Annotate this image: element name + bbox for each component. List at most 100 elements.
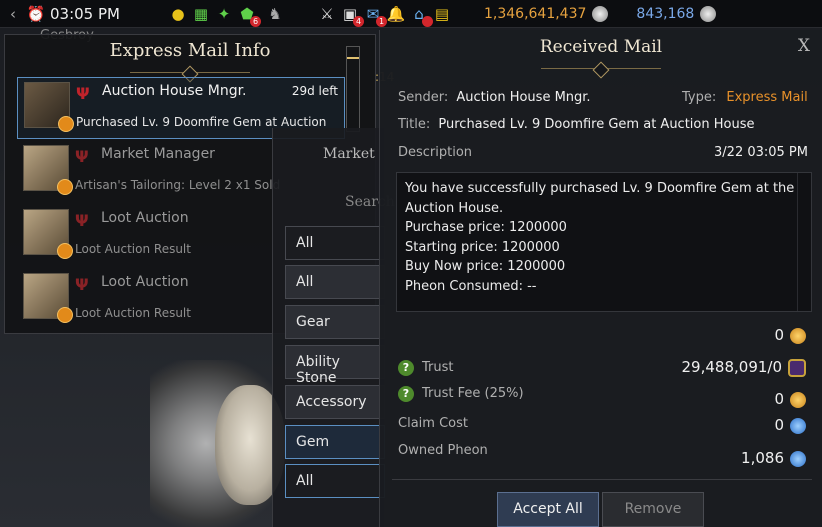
silver-amount: 843,168 <box>636 5 695 22</box>
express-mail-title: Express Mail Info <box>109 40 271 61</box>
received-mail-title: Received Mail <box>539 37 663 57</box>
claim-cost-label: Claim Cost <box>398 416 468 431</box>
description-line: Auction House. <box>405 200 504 216</box>
trust-value-row: 29,488,091/0 <box>682 358 806 377</box>
sender-logo-icon: Ψ <box>76 84 90 103</box>
sword-icon[interactable]: ⚔ <box>317 4 337 24</box>
mail-date: 3/22 03:05 PM <box>714 145 808 160</box>
mail-sender: Auction House Mngr. <box>102 83 247 99</box>
accept-all-button[interactable]: Accept All <box>497 492 599 527</box>
letter-item-icon <box>23 273 73 323</box>
trust-label: Trust <box>422 360 454 375</box>
shield-badge-icon[interactable]: ⬟ 6 <box>237 4 261 27</box>
description-scrollbar[interactable] <box>797 173 811 311</box>
scrollbar-thumb[interactable] <box>347 57 359 97</box>
gold-received-row: 0 <box>774 326 806 344</box>
trust-emblem-icon <box>788 358 806 377</box>
clock-time: 03:05 PM <box>50 4 120 23</box>
panel-divider <box>392 479 812 480</box>
demon-icon[interactable]: ♞ <box>265 4 285 24</box>
description-line: Pheon Consumed: -- <box>405 278 537 294</box>
title-ornament <box>541 59 661 69</box>
sender-row: Sender: Auction House Mngr. <box>398 90 591 105</box>
sender-logo-icon: Ψ <box>75 147 89 166</box>
type-label: Type: <box>682 90 717 105</box>
back-arrow-icon[interactable]: ‹ <box>3 4 23 24</box>
coin-badge-icon <box>58 116 74 132</box>
chat-icon[interactable]: ● <box>168 4 188 24</box>
title-label: Title: <box>398 117 431 132</box>
guild-wings-icon[interactable]: ✦ <box>214 4 234 24</box>
description-line: Starting price: 1200000 <box>405 239 560 255</box>
mail-sender: Loot Auction <box>101 274 189 290</box>
description-line: You have successfully purchased Lv. 9 Do… <box>405 181 795 196</box>
claim-cost-value-row: 0 <box>774 416 806 434</box>
coin-badge-icon <box>57 179 73 195</box>
top-status-bar: ‹ ⏰ 03:05 PM ● ▦ ✦ ⬟ 6 ♞ ⚔ ▣ 4 ✉ 1 🔔 ⌂ ▤ 1,… <box>0 0 822 28</box>
coin-badge-icon <box>57 243 73 259</box>
claim-cost-value: 0 <box>774 416 784 434</box>
mail-list-scrollbar[interactable] <box>346 46 360 132</box>
sender-logo-icon: Ψ <box>75 211 89 230</box>
trust-label-row: ? Trust <box>398 360 453 376</box>
category-gear[interactable]: Gear <box>285 305 385 339</box>
trust-fee-value: 0 <box>774 390 784 408</box>
title-row: Title: Purchased Lv. 9 Doomfire Gem at A… <box>398 117 754 132</box>
chest-icon[interactable]: ▤ <box>432 4 452 24</box>
title-ornament <box>130 63 250 73</box>
mail-icon[interactable]: ✉ 1 <box>363 4 387 27</box>
help-icon[interactable]: ? <box>398 360 414 376</box>
owned-pheon-label: Owned Pheon <box>398 443 488 458</box>
pheon-icon <box>790 450 806 467</box>
description-line: Buy Now price: 1200000 <box>405 259 566 274</box>
category-ability-stone[interactable]: Ability Stone <box>285 345 385 386</box>
gold-coin-icon <box>592 5 609 22</box>
help-icon[interactable]: ? <box>398 386 414 402</box>
mail-subject: Purchased Lv. 9 Doomfire Gem at Auction <box>76 115 327 129</box>
gift-icon[interactable]: ▣ 4 <box>340 4 364 27</box>
trust-fee-value-row: 0 <box>774 390 806 408</box>
trust-fee-label-row: ? Trust Fee (25%) <box>398 386 524 402</box>
sender-label: Sender: <box>398 90 449 105</box>
description-line: Purchase price: 1200000 <box>405 220 567 235</box>
sender-value: Auction House Mngr. <box>456 90 591 105</box>
alarm-clock-icon[interactable]: ⏰ <box>26 4 46 24</box>
bell-icon[interactable]: 🔔 <box>386 4 406 24</box>
sender-logo-icon: Ψ <box>75 275 89 294</box>
market-panel: Market Search All All Gear Ability Stone… <box>272 128 395 527</box>
description-label: Description <box>398 145 473 160</box>
market-title: Market <box>323 146 375 162</box>
chest-item-icon <box>24 82 74 132</box>
gold-received-value: 0 <box>774 326 784 344</box>
owned-pheon-value-row: 1,086 <box>741 449 806 467</box>
pheon-icon <box>790 417 806 434</box>
gold-amount: 1,346,641,437 <box>483 5 587 22</box>
received-mail-panel: Received Mail X Sender: Auction House Mn… <box>379 30 822 527</box>
category-accessory[interactable]: Accessory <box>285 385 385 419</box>
gold-coin-icon <box>790 327 806 344</box>
category-gem[interactable]: Gem <box>285 425 385 459</box>
remove-button[interactable]: Remove <box>602 492 704 527</box>
trust-value: 29,488,091/0 <box>681 358 782 376</box>
shield-notification-badge: 6 <box>249 15 261 27</box>
type-row: Type: Express Mail <box>682 90 808 105</box>
letter-item-icon <box>23 209 73 259</box>
close-icon[interactable]: X <box>798 36 810 56</box>
title-value: Purchased Lv. 9 Doomfire Gem at Auction … <box>438 117 755 132</box>
owned-pheon-value: 1,086 <box>741 449 784 467</box>
trust-fee-label: Trust Fee (25%) <box>422 386 524 401</box>
home-icon[interactable]: ⌂ <box>409 4 433 27</box>
mail-sender: Loot Auction <box>101 210 189 226</box>
gold-coin-icon <box>790 391 806 408</box>
letter-item-icon <box>23 145 73 195</box>
coin-badge-icon <box>57 307 73 323</box>
silver-coin-icon <box>700 5 717 22</box>
category-sub-all[interactable]: All <box>285 464 385 498</box>
category-dropdown-all[interactable]: All <box>285 226 385 260</box>
mail-sender: Market Manager <box>101 146 215 162</box>
calendar-icon[interactable]: ▦ <box>191 4 211 24</box>
description-box: You have successfully purchased Lv. 9 Do… <box>396 172 812 312</box>
category-all[interactable]: All <box>285 265 385 299</box>
mail-days-left: 29d left <box>291 84 338 98</box>
type-value: Express Mail <box>726 90 808 105</box>
